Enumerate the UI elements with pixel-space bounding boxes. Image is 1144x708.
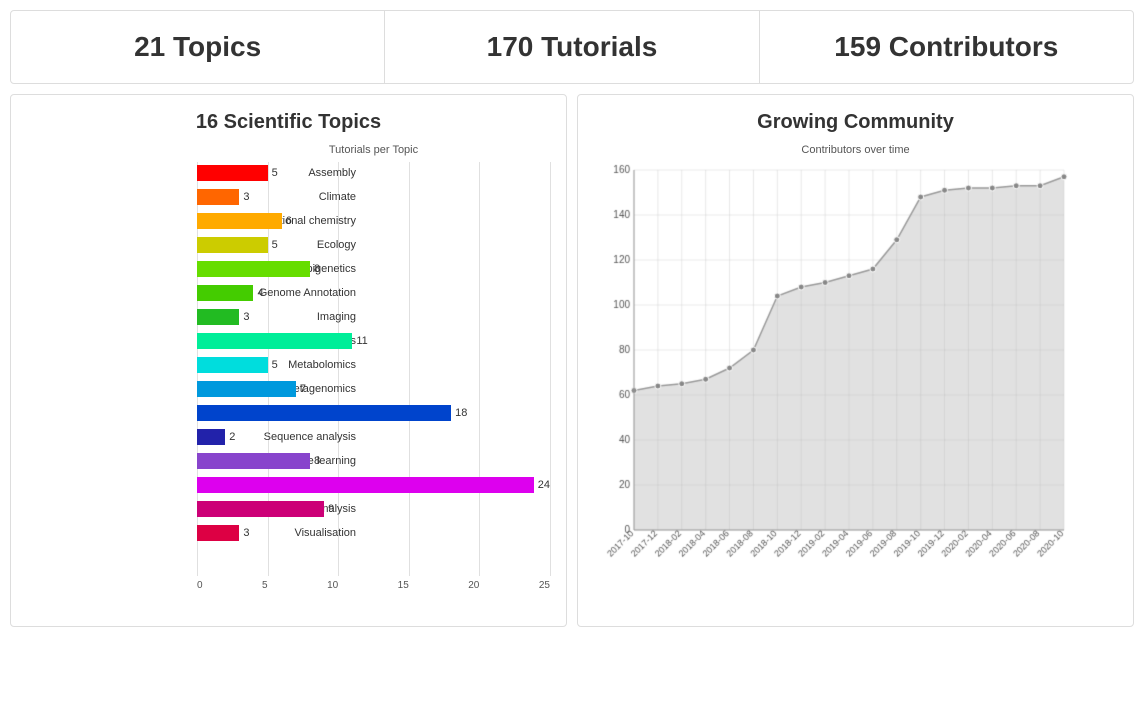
bar-value-label: 3 <box>243 527 249 539</box>
bar-row: Climate3 <box>197 186 550 208</box>
bar-value-label: 8 <box>314 263 320 275</box>
bar-area: 18 <box>197 402 550 424</box>
main-content: 16 Scientific Topics Tutorials per Topic… <box>10 94 1134 627</box>
bar-fill <box>197 213 282 229</box>
bar-value-label: 8 <box>314 455 320 467</box>
bar-fill <box>197 165 268 181</box>
bar-row: Statistics and machine learning8 <box>197 450 550 472</box>
bar-fill <box>197 285 253 301</box>
topics-label: 21 Topics <box>134 31 261 62</box>
bar-value-label: 7 <box>300 383 306 395</box>
bar-row: Computational chemistry6 <box>197 210 550 232</box>
bar-area: 8 <box>197 450 550 472</box>
bar-fill <box>197 261 310 277</box>
bar-value-label: 18 <box>455 407 467 419</box>
bar-value-label: 6 <box>286 215 292 227</box>
bar-area: 3 <box>197 306 550 328</box>
x-axis: 0510152025 <box>27 580 550 591</box>
line-chart-title: Growing Community <box>594 111 1117 134</box>
bar-row: Sequence analysis2 <box>197 426 550 448</box>
bar-row: Imaging3 <box>197 306 550 328</box>
bar-area: 7 <box>197 378 550 400</box>
bar-row: Ecology5 <box>197 234 550 256</box>
bar-chart-container: Assembly5Climate3Computational chemistry… <box>27 162 550 576</box>
bar-area: 6 <box>197 210 550 232</box>
bar-area: 3 <box>197 522 550 544</box>
bar-row: Transcriptomics24 <box>197 474 550 496</box>
contributors-label: 159 Contributors <box>834 31 1058 62</box>
bar-row: Metagenomics7 <box>197 378 550 400</box>
bar-value-label: 4 <box>257 287 263 299</box>
bar-fill <box>197 189 239 205</box>
bar-fill <box>197 525 239 541</box>
bar-fill <box>197 357 268 373</box>
line-chart-subtitle: Contributors over time <box>594 144 1117 156</box>
bar-fill <box>197 333 352 349</box>
bar-fill <box>197 309 239 325</box>
line-chart-wrapper <box>594 160 1117 610</box>
bar-chart-subtitle: Tutorials per Topic <box>27 144 550 156</box>
contributors-stat: 159 Contributors <box>760 11 1133 83</box>
tutorials-stat: 170 Tutorials <box>385 11 759 83</box>
top-stats-bar: 21 Topics 170 Tutorials 159 Contributors <box>10 10 1134 84</box>
bar-fill <box>197 477 534 493</box>
x-axis-labels: 0510152025 <box>197 580 550 591</box>
bar-value-label: 2 <box>229 431 235 443</box>
bar-row: Metabolomics5 <box>197 354 550 376</box>
bar-value-label: 3 <box>243 311 249 323</box>
bar-area: 5 <box>197 162 550 184</box>
bar-fill <box>197 429 225 445</box>
bar-fill <box>197 405 451 421</box>
bar-area: 11 <box>197 330 550 352</box>
bar-area: 3 <box>197 186 550 208</box>
bar-area: 5 <box>197 234 550 256</box>
bar-value-label: 24 <box>538 479 550 491</box>
line-chart-panel: Growing Community Contributors over time <box>577 94 1134 627</box>
line-chart-canvas <box>594 160 1074 610</box>
bar-row: Genome Annotation4 <box>197 282 550 304</box>
bar-fill <box>197 381 296 397</box>
bar-area: 24 <box>197 474 550 496</box>
bar-value-label: 5 <box>272 167 278 179</box>
tutorials-label: 170 Tutorials <box>487 31 658 62</box>
bar-fill <box>197 501 324 517</box>
bar-area: 4 <box>197 282 550 304</box>
bar-value-label: 3 <box>243 191 249 203</box>
bar-chart-panel: 16 Scientific Topics Tutorials per Topic… <box>10 94 567 627</box>
bar-value-label: 5 <box>272 239 278 251</box>
bar-row: Variant Analysis9 <box>197 498 550 520</box>
bar-area: 2 <box>197 426 550 448</box>
bar-row: Proteomics18 <box>197 402 550 424</box>
bar-value-label: 5 <box>272 359 278 371</box>
bar-area: 8 <box>197 258 550 280</box>
bar-area: 9 <box>197 498 550 520</box>
bar-area: 5 <box>197 354 550 376</box>
bar-chart-title: 16 Scientific Topics <box>27 111 550 134</box>
bar-fill <box>197 453 310 469</box>
bar-row: Assembly5 <box>197 162 550 184</box>
bar-row: Visualisation3 <box>197 522 550 544</box>
bar-value-label: 9 <box>328 503 334 515</box>
bar-row: Epigenetics8 <box>197 258 550 280</box>
topics-stat: 21 Topics <box>11 11 385 83</box>
bar-row: Introduction to Galaxy Analyses11 <box>197 330 550 352</box>
bar-fill <box>197 237 268 253</box>
bar-value-label: 11 <box>356 335 367 347</box>
